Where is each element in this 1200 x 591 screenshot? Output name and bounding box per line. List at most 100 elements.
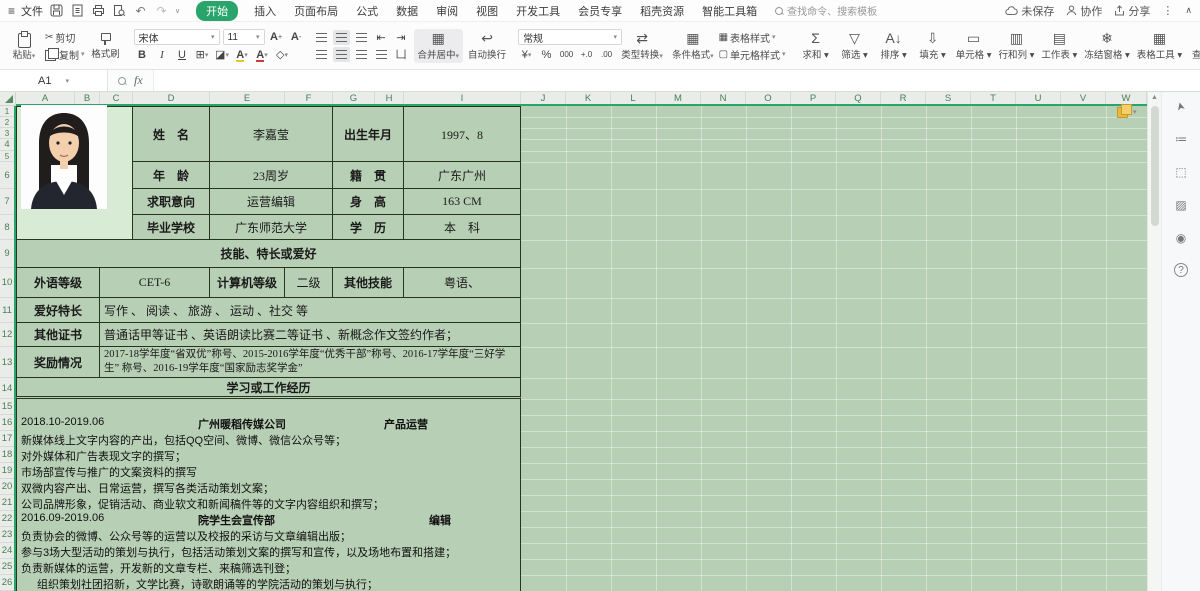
wrap-text-button[interactable]: ↩ 自动换行 [466,31,508,61]
row-header-9[interactable]: 9 [0,240,14,268]
formula-input[interactable] [154,70,1200,91]
profile-value[interactable]: 本 科 [404,215,521,240]
tab-插入[interactable]: 插入 [252,1,278,21]
row-header-22[interactable]: 22 [0,511,14,527]
row-header-2[interactable]: 2 [0,117,14,128]
tab-数据[interactable]: 数据 [394,1,420,21]
skill-value[interactable]: 粤语、 [404,268,521,298]
zoom-formula-icon[interactable] [118,77,126,85]
decrease-indent-icon[interactable]: ⇤ [373,30,390,45]
font-name-select[interactable]: 宋体▾ [134,29,220,45]
paste-options-float-icon[interactable]: ▾ [1117,104,1137,119]
tab-审阅[interactable]: 审阅 [434,1,460,21]
profile-value[interactable]: 运营编辑 [210,189,333,215]
row-header-4[interactable]: 4 [0,139,14,151]
currency-button[interactable]: ¥▾ [518,47,535,62]
profile-label[interactable]: 学 历 [333,215,404,240]
hamburger-menu-icon[interactable]: ≡ [8,4,15,18]
share-button[interactable]: 分享 [1114,3,1150,19]
borders-button[interactable]: ⊞▾ [194,47,211,62]
detail-value[interactable]: 2017-18学年度“省双优”称号、2015-2016学年度“优秀干部”称号、2… [100,347,521,378]
increase-indent-icon[interactable]: ⇥ [393,30,410,45]
format-painter-button[interactable]: 格式刷 [88,32,124,60]
row-header-5[interactable]: 5 [0,151,14,162]
align-bottom-icon[interactable] [353,30,370,45]
align-center-icon[interactable] [333,47,350,62]
profile-value[interactable]: 163 CM [404,189,521,215]
collapse-ribbon-icon[interactable]: ∧ [1185,5,1192,16]
task-pane-icon[interactable]: ≔ [1173,131,1189,147]
profile-label[interactable]: 求职意向 [133,189,210,215]
row-header-24[interactable]: 24 [0,543,14,559]
row-header-16[interactable]: 16 [0,415,14,431]
font-color-button[interactable]: A▾ [254,47,271,62]
paste-button[interactable]: 粘贴▾ [6,31,42,61]
help-icon[interactable]: ? [1174,263,1188,277]
profile-label[interactable]: 姓 名 [133,106,210,162]
conditional-format-button[interactable]: ▦ 条件格式▾ [670,31,716,61]
add-decimal-button[interactable]: +.0 [578,47,595,62]
profile-label[interactable]: 年 龄 [133,162,210,189]
cells-button[interactable]: ▭单元格 ▾ [954,31,994,61]
type-convert-button[interactable]: ⇄ 类型转换▾ [624,24,660,67]
tab-稻壳资源[interactable]: 稻壳资源 [638,1,686,21]
skill-label[interactable]: 其他技能 [333,268,404,298]
fx-icon[interactable]: fx [134,73,143,88]
tab-会员专享[interactable]: 会员专享 [576,1,624,21]
detail-value[interactable]: 写作 、 阅读 、 旅游 、 运动 、社交 等 [100,298,521,323]
tab-智能工具箱[interactable]: 智能工具箱 [700,1,759,21]
scrollbar-thumb[interactable] [1151,106,1159,226]
font-size-select[interactable]: 11▾ [223,29,265,45]
row-header-23[interactable]: 23 [0,527,14,543]
copy-button[interactable]: 复制▾ [45,47,85,62]
align-middle-icon[interactable] [333,30,350,45]
skill-value[interactable]: 二级 [285,268,333,298]
find-button[interactable]: 查找 ▾ [1187,31,1200,61]
experience-header[interactable]: 学习或工作经历 [16,378,521,399]
name-box[interactable]: A1▾ [0,70,108,91]
print-icon[interactable] [91,3,106,18]
row-header-26[interactable]: 26 [0,575,14,591]
row-header-13[interactable]: 13 [0,347,14,378]
save-icon[interactable] [49,3,64,18]
percent-button[interactable]: % [538,47,555,62]
quickbar-dropdown-icon[interactable]: ∨ [175,7,180,15]
profile-value[interactable]: 李嘉莹 [210,106,333,162]
row-header-14[interactable]: 14 [0,378,14,399]
tab-开始[interactable]: 开始 [196,1,238,21]
skills-header[interactable]: 技能、特长或爱好 [16,240,521,268]
thousands-button[interactable]: 000 [558,47,575,62]
row-header-7[interactable]: 7 [0,189,14,215]
select-all-corner[interactable] [0,92,16,106]
profile-value[interactable]: 1997、8 [404,106,521,162]
fill-color-button[interactable]: ◪▾ [214,47,231,62]
row-header-10[interactable]: 10 [0,268,14,298]
profile-label[interactable]: 身 高 [333,189,404,215]
bold-button[interactable]: B [134,47,151,62]
profile-label[interactable]: 籍 贯 [333,162,404,189]
number-format-select[interactable]: 常规▾ [518,29,622,45]
row-header-21[interactable]: 21 [0,495,14,511]
detail-label[interactable]: 奖励情况 [16,347,100,378]
sort-button[interactable]: A↓排序 ▾ [876,31,912,61]
stamp-icon[interactable]: ◉ [1173,230,1189,246]
align-top-icon[interactable] [313,30,330,45]
sum-button[interactable]: Σ求和 ▾ [798,31,834,61]
detail-value[interactable]: 普通话甲等证书 、英语朗读比赛二等证书 、新概念作文签约作者； [100,323,521,347]
more-menu-icon[interactable]: ⋮ [1162,4,1173,17]
profile-value[interactable]: 23周岁 [210,162,333,189]
skill-value[interactable]: CET-6 [100,268,210,298]
profile-photo[interactable] [21,105,107,209]
profile-label[interactable]: 毕业学校 [133,215,210,240]
row-header-19[interactable]: 19 [0,463,14,479]
decrease-font-icon[interactable]: A- [288,30,305,45]
unsaved-status[interactable]: 未保存 [1005,3,1054,19]
detail-label[interactable]: 其他证书 [16,323,100,347]
print-preview-icon[interactable] [112,3,127,18]
profile-value[interactable]: 广东师范大学 [210,215,333,240]
row-header-15[interactable]: 15 [0,399,14,415]
command-search[interactable]: 查找命令、搜索模板 [775,3,877,18]
row-header-3[interactable]: 3 [0,128,14,139]
freeze-panes-button[interactable]: ❄冻结窗格 ▾ [1082,31,1131,61]
clear-format-button[interactable]: ◇▾ [274,47,291,62]
